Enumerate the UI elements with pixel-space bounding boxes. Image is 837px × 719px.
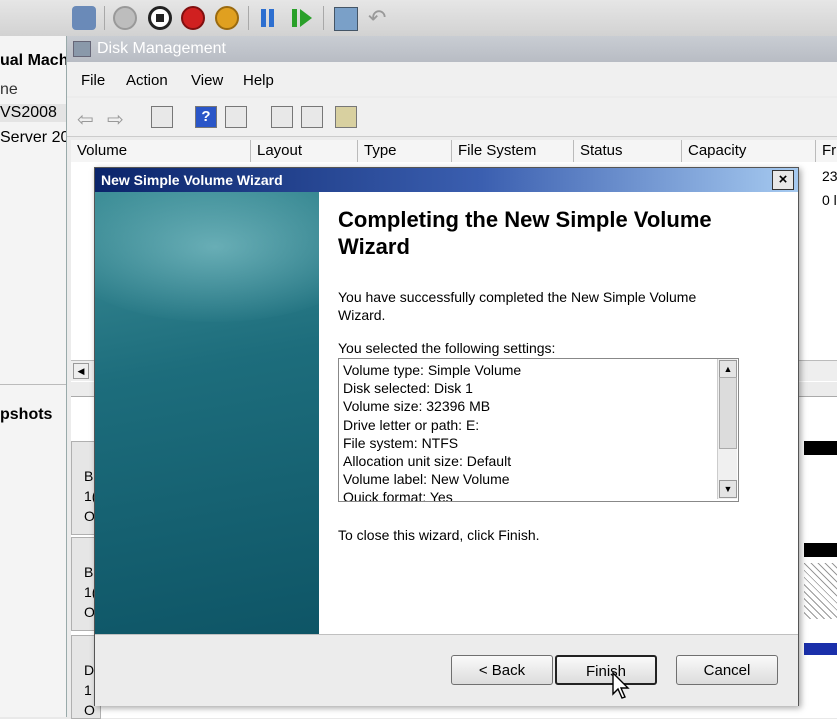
scroll-left-icon[interactable]: ◀ <box>73 363 89 379</box>
wizard-footer: < Back Finish Cancel <box>95 634 798 706</box>
resume-icon[interactable] <box>292 9 297 27</box>
connect-icon[interactable] <box>72 6 96 30</box>
free-space-value: 23 <box>822 168 837 184</box>
col-free-space[interactable]: Fr <box>816 140 837 162</box>
settings-item: File system: NTFS <box>343 434 459 451</box>
menu-bar: File Action View Help <box>67 62 837 96</box>
hyperv-left-pane: ual Mach ne VS2008 Server 200 pshots <box>0 36 67 717</box>
mouse-cursor-icon <box>612 672 630 699</box>
cancel-button[interactable]: Cancel <box>676 655 778 685</box>
settings-item: Volume size: 32396 MB <box>343 398 491 415</box>
revert-icon[interactable]: ↶ <box>368 5 386 31</box>
volume-column-header: Volume Layout Type File System Status Ca… <box>71 140 837 163</box>
finish-button[interactable]: Finish <box>555 655 657 685</box>
disk-management-icon <box>73 41 91 57</box>
settings-item: Volume label: New Volume <box>343 471 510 488</box>
unallocated-partition[interactable] <box>804 563 837 619</box>
col-file-system[interactable]: File System <box>452 140 574 162</box>
settings-label: You selected the following settings: <box>338 340 556 356</box>
vm-toolbar: ↶ <box>0 0 837 37</box>
resume-icon-arrow <box>300 9 312 27</box>
settings-item: Quick format: Yes <box>343 489 453 502</box>
back-arrow-icon[interactable]: ⇦ <box>77 107 94 132</box>
settings-item: Allocation unit size: Default <box>343 453 512 470</box>
show-hide-console-tree-icon[interactable] <box>151 106 173 128</box>
close-instruction-text: To close this wizard, click Finish. <box>338 527 540 543</box>
wizard-intro-text: You have successfully completed the New … <box>338 289 697 323</box>
settings-listbox[interactable]: Volume type: Simple Volume Disk selected… <box>338 358 739 502</box>
partition-bar <box>804 543 837 557</box>
menu-file[interactable]: File <box>81 72 105 89</box>
menu-action[interactable]: Action <box>126 72 168 89</box>
col-type[interactable]: Type <box>358 140 452 162</box>
pause-icon[interactable] <box>261 9 266 27</box>
banner-glow <box>95 192 319 322</box>
partition-bar <box>804 441 837 455</box>
stop-icon[interactable] <box>148 6 172 30</box>
help-icon[interactable]: ? <box>195 106 217 128</box>
window-title: Disk Management <box>97 40 226 57</box>
settings-list: Volume type: Simple Volume Disk selected… <box>343 361 713 502</box>
pane-header: ual Mach <box>0 52 67 69</box>
wizard-titlebar: New Simple Volume Wizard × <box>95 168 798 192</box>
partition-bar <box>804 643 837 655</box>
close-icon[interactable]: × <box>772 170 794 190</box>
properties-icon[interactable] <box>225 106 247 128</box>
menu-help[interactable]: Help <box>243 72 274 89</box>
scroll-up-icon[interactable]: ▲ <box>719 360 737 378</box>
new-simple-volume-wizard: New Simple Volume Wizard × Completing th… <box>94 167 799 706</box>
back-button[interactable]: < Back <box>451 655 553 685</box>
col-layout[interactable]: Layout <box>251 140 358 162</box>
settings-item: Volume type: Simple Volume <box>343 362 522 378</box>
toolbar-separator <box>323 6 324 30</box>
forward-arrow-icon[interactable]: ⇨ <box>107 107 124 132</box>
col-status[interactable]: Status <box>574 140 682 162</box>
wizard-content: Completing the New Simple Volume Wizard … <box>319 192 798 634</box>
free-space-value: 0 l <box>822 192 837 208</box>
window-titlebar: Disk Management <box>67 36 837 62</box>
menu-view[interactable]: View <box>191 72 223 89</box>
snapshots-header: pshots <box>0 406 53 423</box>
settings-scrollbar[interactable]: ▲ ▼ <box>717 359 737 499</box>
col-capacity[interactable]: Capacity <box>682 140 816 162</box>
refresh-icon[interactable] <box>271 106 293 128</box>
snapshot-icon[interactable] <box>334 7 358 31</box>
pane-divider <box>0 384 66 385</box>
scroll-thumb[interactable] <box>719 377 737 449</box>
scroll-down-icon[interactable]: ▼ <box>719 480 737 498</box>
wizard-title: New Simple Volume Wizard <box>101 172 283 188</box>
wizard-banner-image <box>95 192 319 634</box>
vm-list-item[interactable]: VS2008 <box>0 104 66 122</box>
settings-icon[interactable] <box>335 106 357 128</box>
toolbar-separator <box>248 6 249 30</box>
col-volume[interactable]: Volume <box>71 140 251 162</box>
pause-icon-bar <box>269 9 274 27</box>
vm-list-item[interactable]: Server 200 <box>0 129 66 147</box>
column-header[interactable]: ne <box>0 81 18 99</box>
toolbar-separator <box>104 6 105 30</box>
disk-toolbar: ⇦ ⇨ ? <box>67 98 837 137</box>
settings-item: Drive letter or path: E: <box>343 416 480 433</box>
shutdown-icon[interactable] <box>215 6 239 30</box>
start-icon[interactable] <box>113 6 137 30</box>
rescan-icon[interactable] <box>301 106 323 128</box>
settings-item: Disk selected: Disk 1 <box>343 380 473 397</box>
turn-off-icon[interactable] <box>181 6 205 30</box>
wizard-heading: Completing the New Simple Volume Wizard <box>338 207 712 259</box>
